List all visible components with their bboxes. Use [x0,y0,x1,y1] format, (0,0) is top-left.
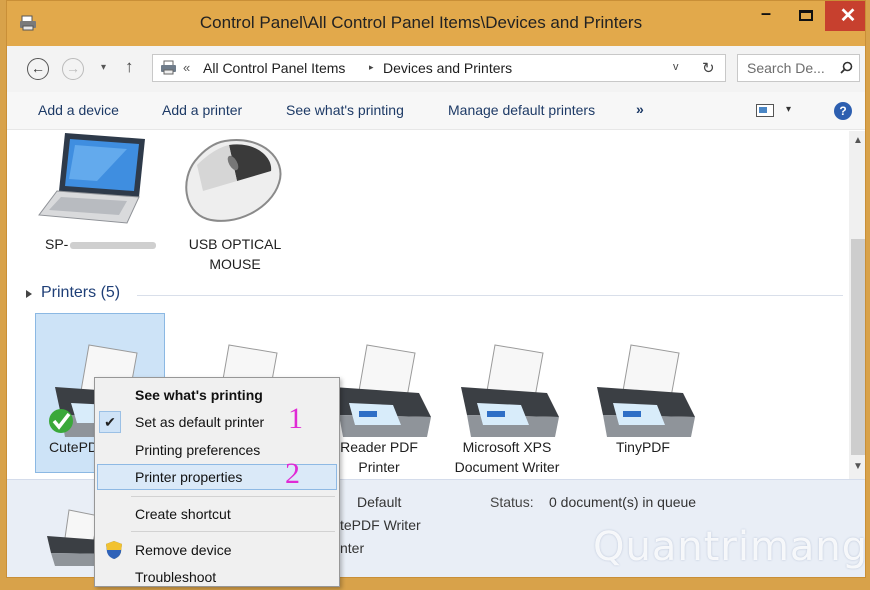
up-button[interactable]: ↑ [125,57,134,77]
menu-item-printer-properties[interactable]: Printer properties [95,464,339,490]
scroll-down-icon[interactable]: ▼ [853,461,863,472]
check-icon: ✔ [99,411,121,433]
device-name: SP- [45,236,69,252]
search-input[interactable]: Search De... [737,54,860,82]
refresh-icon[interactable]: ↻ [702,59,715,77]
annotation-number-2: 2 [285,457,300,490]
device-usb-optical-mouse[interactable]: USB OPTICAL MOUSE [167,131,303,274]
help-icon[interactable]: ? [834,102,852,120]
close-button[interactable]: ✕ [825,1,865,31]
printer-label-tinypdf: TinyPDF [616,439,670,455]
group-divider [137,295,843,296]
forward-button[interactable]: → [62,58,84,80]
annotation-number-1: 1 [288,402,303,435]
menu-item-label: Remove device [135,542,232,558]
address-overflow-chevron[interactable]: « [183,60,190,75]
search-placeholder: Search De... [747,60,825,76]
laptop-icon [38,133,145,224]
control-panel-icon [161,60,176,75]
menu-separator [131,531,335,532]
menu-item-create-shortcut[interactable]: Create shortcut [95,501,339,527]
change-view-icon[interactable] [756,104,774,117]
details-status-value: 0 document(s) in queue [549,494,697,510]
address-history-dropdown[interactable]: v [673,61,679,73]
menu-item-remove-device[interactable]: Remove device [95,537,339,563]
maximize-icon [799,10,813,21]
back-button[interactable]: ← [27,58,49,80]
printer-label-line2: Document Writer [454,459,560,475]
watermark-logo: Quantrimang [593,524,866,570]
menu-item-label: See what's printing [135,387,263,403]
details-default-text: Default [357,494,402,510]
breadcrumb-all-control-panel-items[interactable]: All Control Panel Items [203,60,345,76]
view-options-dropdown[interactable]: ▾ [786,104,791,115]
details-status-label: Status: [490,494,534,510]
menu-item-label: Set as default printer [135,414,265,430]
menu-item-troubleshoot[interactable]: Troubleshoot [95,564,339,590]
mouse-label-line2: MOUSE [209,256,261,272]
title-bar: Control Panel\All Control Panel Items\De… [7,1,865,46]
vertical-scrollbar[interactable]: ▲ ▼ [849,131,865,479]
printer-label-reader-pdf: Reader PDF Printer [329,437,429,477]
search-icon[interactable] [840,61,853,74]
printer-icon [461,344,559,437]
redacted-name-mark [70,241,157,249]
printer-icon [597,344,695,437]
menu-separator [131,496,335,497]
printer-label-line1: Microsoft XPS [462,439,552,455]
breadcrumb-devices-and-printers[interactable]: Devices and Printers [383,60,512,76]
window-title: Control Panel\All Control Panel Items\De… [199,13,643,32]
device-label-laptop: SP- [27,234,157,254]
add-device-button[interactable]: Add a device [38,102,119,118]
recent-locations-button[interactable]: ▾ [101,62,106,73]
menu-item-label: Troubleshoot [135,569,217,585]
more-commands-button[interactable]: » [636,101,644,117]
mouse-icon [185,139,282,222]
printers-group-label: Printers (5) [41,284,121,301]
add-printer-button[interactable]: Add a printer [162,102,242,118]
printer-label-microsoft-xps: Microsoft XPS Document Writer [437,437,577,477]
manage-default-printers-button[interactable]: Manage default printers [448,102,595,118]
device-label-mouse: USB OPTICAL MOUSE [167,234,303,274]
collapse-arrow-icon [26,290,32,298]
menu-item-label: Printer properties [135,469,243,485]
device-laptop[interactable]: SP- [27,131,157,254]
breadcrumb-separator-icon[interactable]: ▸ [369,62,374,73]
printers-group-header[interactable]: Printers (5) [26,284,121,302]
maximize-button[interactable] [789,1,823,33]
see-whats-printing-button[interactable]: See what's printing [286,102,404,118]
printer-label-cutepdf: CutePD [49,439,99,455]
details-printer-name: tePDF Writer [340,517,421,533]
scroll-up-icon[interactable]: ▲ [853,135,863,146]
printer-label-line1: Reader PDF [340,439,418,455]
mouse-label-line1: USB OPTICAL [188,236,282,252]
printer-label-line2: Printer [358,459,400,475]
menu-item-label: Create shortcut [135,506,231,522]
minimize-button[interactable]: – [749,3,783,35]
scroll-thumb[interactable] [851,239,865,455]
details-printer-type: nter [340,540,365,556]
printer-context-menu: See what's printing ✔ Set as default pri… [94,377,340,587]
menu-item-label: Printing preferences [135,442,261,458]
command-bar: Add a device Add a printer See what's pr… [7,92,865,130]
menu-item-printing-preferences[interactable]: Printing preferences [95,437,339,463]
shield-icon [106,541,122,559]
address-bar[interactable]: « All Control Panel Items ▸ Devices and … [152,54,726,82]
navigation-bar: ← → ▾ ↑ « All Control Panel Items ▸ Devi… [7,46,865,92]
